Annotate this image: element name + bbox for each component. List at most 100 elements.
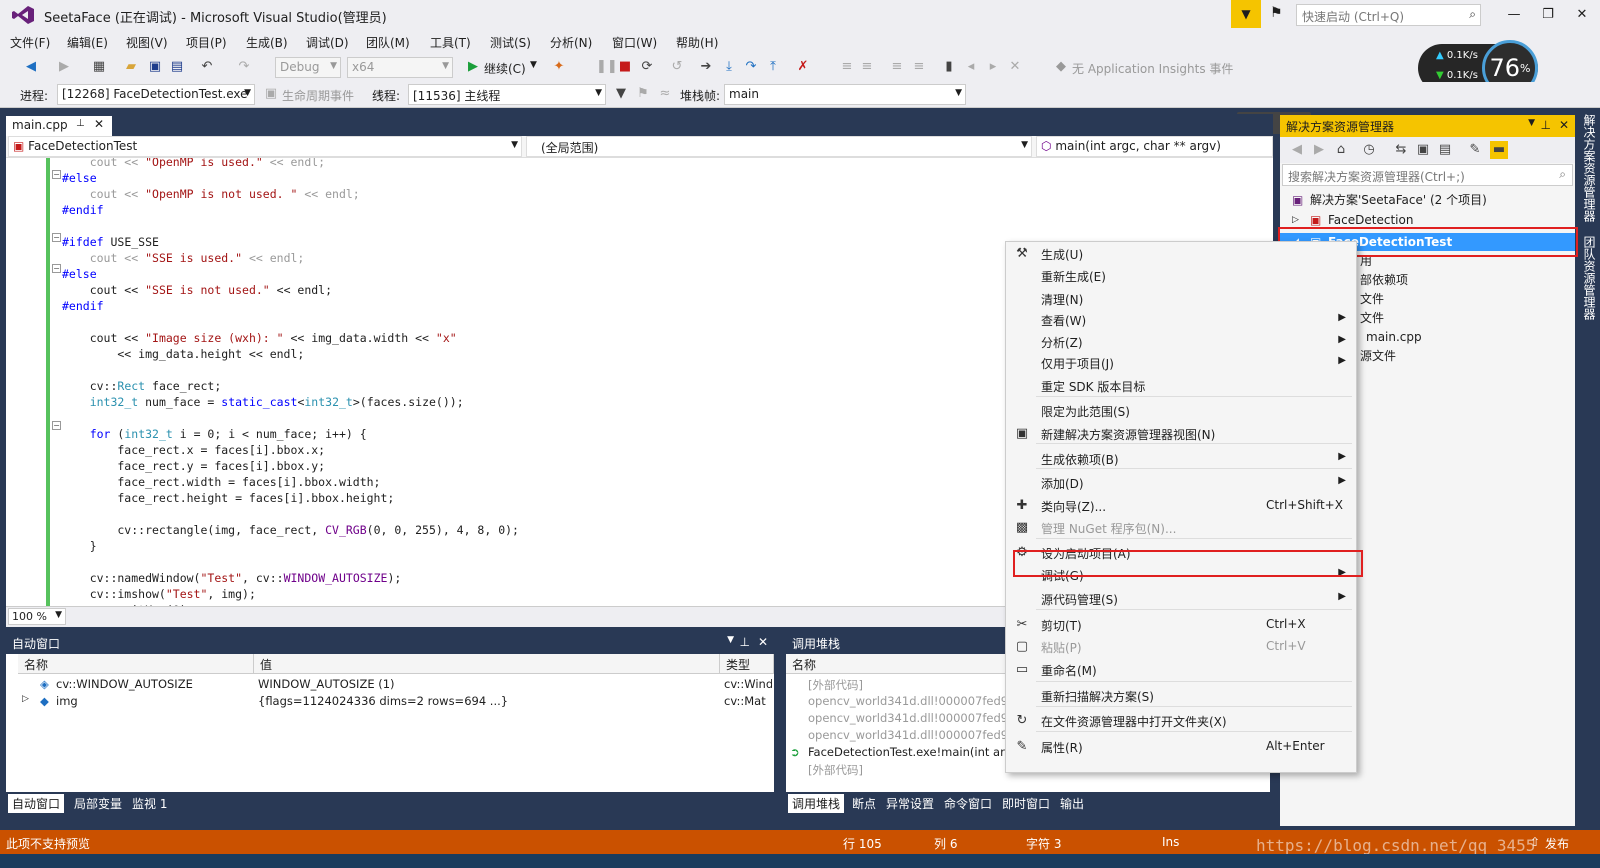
fold-toggle-icon[interactable]: −	[52, 233, 61, 242]
call-stack-frame[interactable]: [外部代码]	[808, 677, 863, 693]
open-folder-icon[interactable]: ▰	[122, 58, 140, 76]
menu-debug[interactable]: 调试(D)	[306, 34, 349, 51]
tree-item-main-cpp[interactable]: main.cpp	[1366, 328, 1422, 346]
column-header-type[interactable]: 类型	[720, 654, 774, 674]
clear-bookmarks-icon[interactable]: ✕	[1006, 58, 1024, 76]
call-stack-frame[interactable]: opencv_world341d.dll!000007fed93ac	[808, 694, 1029, 708]
continue-button[interactable]: 继续(C)	[484, 60, 526, 77]
bookmark-icon[interactable]: ▮	[940, 58, 958, 76]
close-window-button[interactable]: ✕	[1565, 4, 1599, 26]
column-header-name[interactable]: 名称	[18, 654, 254, 674]
tab-immediate-window[interactable]: 即时窗口	[998, 794, 1054, 813]
redo-icon[interactable]: ↷	[235, 58, 253, 76]
tab-call-stack[interactable]: 调用堆栈	[788, 794, 845, 813]
context-menu-item[interactable]: 清理(N)	[1006, 288, 1356, 310]
pending-changes-icon[interactable]: ◷	[1360, 141, 1378, 159]
platform-dropdown[interactable]: x64 ▼	[347, 57, 453, 78]
context-menu-item[interactable]: ▭ 重命名(M)	[1006, 659, 1356, 681]
context-menu-item[interactable]: ▣ 新建解决方案资源管理器视图(N)	[1006, 423, 1356, 445]
context-menu-item[interactable]: 重定 SDK 版本目标	[1006, 375, 1356, 397]
process-dropdown[interactable]: [12268] FaceDetectionTest.exe ▼	[57, 84, 255, 105]
quick-launch-input[interactable]: 快速启动 (Ctrl+Q) ⌕	[1296, 4, 1481, 26]
menu-window[interactable]: 窗口(W)	[612, 34, 657, 51]
scope-nav-dropdown[interactable]: (全局范围) ▼	[526, 136, 1032, 157]
chevron-down-icon[interactable]: ▼	[530, 60, 537, 70]
flame-icon[interactable]: ✦	[550, 58, 568, 76]
context-menu-item[interactable]: 分析(Z) ▶	[1006, 331, 1356, 353]
threads-icon[interactable]: ≈	[656, 85, 674, 103]
context-menu-item[interactable]: ✂ 剪切(T) Ctrl+X	[1006, 614, 1356, 636]
context-menu-item[interactable]: ✎ 属性(R) Alt+Enter	[1006, 736, 1356, 758]
tab-locals[interactable]: 局部变量	[70, 794, 126, 813]
tree-item-external-dependencies[interactable]: 部依赖项	[1360, 271, 1408, 289]
context-menu-item[interactable]: 源代码管理(S) ▶	[1006, 588, 1356, 610]
step-out-icon[interactable]: ⤒	[764, 58, 782, 76]
tree-item-resource-files[interactable]: 文件	[1360, 309, 1384, 327]
menu-analyze[interactable]: 分析(N)	[550, 34, 592, 51]
context-menu-item[interactable]: 重新扫描解决方案(S)	[1006, 685, 1356, 707]
comment-icon[interactable]: ≡	[838, 58, 856, 76]
autos-row-name[interactable]: cv::WINDOW_AUTOSIZE	[56, 677, 250, 691]
autos-row-name[interactable]: img	[56, 694, 250, 708]
lifecycle-events-button[interactable]: 生命周期事件	[282, 87, 354, 104]
application-insights-icon[interactable]: ◆	[1052, 58, 1070, 76]
continue-play-icon[interactable]: ▶	[464, 58, 482, 76]
autos-row-value[interactable]: {flags=1124024336 dims=2 rows=694 ...}	[258, 694, 716, 708]
restart-icon[interactable]: ⟳	[638, 58, 656, 76]
feedback-icon[interactable]: ⚑	[1270, 5, 1290, 25]
show-all-files-icon[interactable]: ▤	[1436, 141, 1454, 159]
filter-icon[interactable]: ▼	[612, 85, 630, 103]
save-all-icon[interactable]: ▤	[168, 58, 186, 76]
fold-toggle-icon[interactable]: −	[52, 264, 61, 273]
preview-selected-icon[interactable]: ▬	[1490, 141, 1508, 159]
call-stack-frame[interactable]: [外部代码]	[808, 762, 863, 778]
context-menu-item[interactable]: 查看(W) ▶	[1006, 309, 1356, 331]
call-stack-frame[interactable]: opencv_world341d.dll!000007fed93a3	[808, 711, 1030, 725]
tab-autos[interactable]: 自动窗口	[8, 794, 65, 813]
thread-dropdown[interactable]: [11536] 主线程 ▼	[408, 84, 606, 105]
tree-item-header-files[interactable]: 文件	[1360, 290, 1384, 308]
tab-main-cpp[interactable]: main.cpp ⊥ ✕	[6, 116, 112, 136]
tab-exception-settings[interactable]: 异常设置	[882, 794, 938, 813]
fold-toggle-icon[interactable]: −	[52, 421, 61, 430]
project-nav-dropdown[interactable]: ▣ FaceDetectionTest ▼	[8, 136, 522, 157]
tab-output[interactable]: 输出	[1056, 794, 1088, 813]
close-pane-icon[interactable]: ✕	[1559, 118, 1569, 132]
next-bookmark-icon[interactable]: ▸	[984, 58, 1002, 76]
outdent-icon[interactable]: ≡	[910, 58, 928, 76]
menu-test[interactable]: 测试(S)	[490, 34, 531, 51]
tab-watch-1[interactable]: 监视 1	[128, 794, 171, 813]
prev-bookmark-icon[interactable]: ◂	[962, 58, 980, 76]
tree-item-source-files[interactable]: 源文件	[1360, 347, 1396, 365]
forward-icon[interactable]: ▶	[1310, 141, 1328, 159]
flag-icon[interactable]: ⚑	[634, 85, 652, 103]
sync-icon[interactable]: ⇆	[1392, 141, 1410, 159]
notification-filter-button[interactable]: ▼	[1231, 0, 1261, 28]
menu-edit[interactable]: 编辑(E)	[67, 34, 108, 51]
context-menu-item[interactable]: 重新生成(E)	[1006, 265, 1356, 287]
stackframe-dropdown[interactable]: main ▼	[724, 84, 966, 105]
menu-file[interactable]: 文件(F)	[10, 34, 50, 51]
back-icon[interactable]: ◀	[22, 58, 40, 76]
minimize-button[interactable]: —	[1497, 4, 1531, 26]
save-icon[interactable]: ▣	[146, 58, 164, 76]
menu-build[interactable]: 生成(B)	[246, 34, 288, 51]
context-menu-item[interactable]: ✚ 类向导(Z)... Ctrl+Shift+X	[1006, 495, 1356, 517]
menu-view[interactable]: 视图(V)	[126, 34, 168, 51]
undo-icon[interactable]: ↶	[198, 58, 216, 76]
autos-row-value[interactable]: WINDOW_AUTOSIZE (1)	[258, 677, 716, 691]
context-menu-item[interactable]: ▢ 粘贴(P) Ctrl+V	[1006, 636, 1356, 658]
context-menu-item[interactable]: ▩ 管理 NuGet 程序包(N)...	[1006, 517, 1356, 539]
menu-team[interactable]: 团队(M)	[366, 34, 410, 51]
context-menu-item[interactable]: 添加(D) ▶	[1006, 472, 1356, 494]
step-into-icon[interactable]: ⤓	[720, 58, 738, 76]
new-project-icon[interactable]: ▦	[90, 58, 108, 76]
tab-breakpoints[interactable]: 断点	[848, 794, 880, 813]
zoom-dropdown[interactable]: 100 % ▼	[8, 608, 66, 625]
menu-tools[interactable]: 工具(T)	[430, 34, 471, 51]
indent-icon[interactable]: ≡	[888, 58, 906, 76]
tree-item-solution[interactable]: 解决方案'SeetaFace' (2 个项目)	[1310, 191, 1487, 209]
collapse-all-icon[interactable]: ▣	[1414, 141, 1432, 159]
context-menu-item[interactable]: 生成依赖项(B) ▶	[1006, 448, 1356, 470]
step-over-icon[interactable]: ↷	[742, 58, 760, 76]
